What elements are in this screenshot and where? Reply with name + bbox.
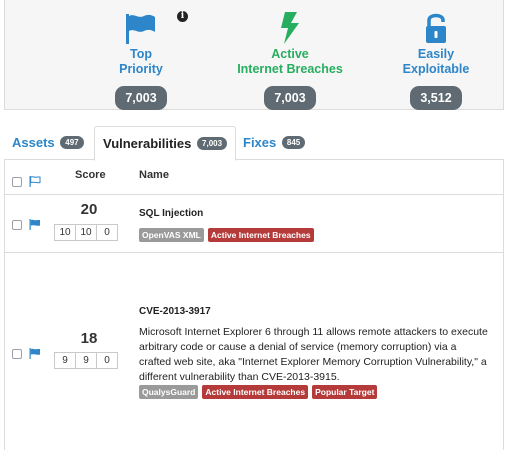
priority-flag-icon[interactable] (29, 176, 41, 187)
tab-label: Assets (12, 135, 55, 150)
stat-easily-exploitable[interactable]: Easily Exploitable 3,512 (371, 8, 501, 110)
tab-label: Fixes (243, 135, 277, 150)
score-part: 9 (75, 352, 97, 369)
stat-label-line1: Active (271, 47, 309, 61)
score-value: 18 (80, 330, 98, 347)
tag-list: OpenVAS XML Active Internet Breaches (139, 228, 314, 242)
score-part: 9 (54, 352, 76, 369)
stat-count-badge: 7,003 (115, 86, 167, 110)
tab-bar: Assets 497 Vulnerabilities 7,003 Fixes 8… (4, 126, 504, 161)
info-icon[interactable]: i (177, 11, 188, 22)
vulnerabilities-table: Score Name 20 10 10 0 SQL Injection Open… (4, 160, 504, 450)
stat-label-line1: Easily (417, 47, 455, 61)
threat-tag: Active Internet Breaches (202, 385, 309, 399)
threat-tag: Active Internet Breaches (207, 228, 314, 242)
table-header: Score Name (5, 160, 503, 195)
stat-label-line2: Internet Breaches (237, 62, 343, 76)
select-all-checkbox[interactable] (12, 177, 22, 187)
tab-fixes[interactable]: Fixes 845 (235, 126, 313, 160)
tag-list: QualysGuard Active Internet Breaches Pop… (139, 385, 378, 399)
vulnerability-name[interactable]: SQL Injection (139, 208, 203, 219)
summary-panel: Top Priority 7,003 i Active Internet Bre… (4, 0, 504, 110)
vulnerability-description: Microsoft Internet Explorer 6 through 11… (139, 326, 488, 383)
score-part: 10 (54, 224, 76, 241)
stat-count-badge: 3,512 (410, 86, 462, 110)
stat-label-line2: Priority (119, 62, 163, 76)
source-tag: QualysGuard (139, 385, 199, 399)
tab-count-badge: 845 (281, 136, 306, 149)
score-column-header[interactable]: Score (75, 169, 106, 181)
stat-active-internet-breaches[interactable]: Active Internet Breaches 7,003 (225, 8, 355, 110)
score-part: 0 (96, 224, 118, 241)
tab-assets[interactable]: Assets 497 (4, 126, 92, 160)
flag-icon[interactable] (29, 219, 41, 230)
source-tag: OpenVAS XML (139, 228, 204, 242)
row-checkbox[interactable] (12, 349, 22, 359)
stat-label-line2: Exploitable (402, 62, 470, 76)
stat-label-line1: Top (130, 47, 152, 61)
score-breakdown: 9 9 0 (54, 352, 118, 369)
row-checkbox[interactable] (12, 220, 22, 230)
flag-icon[interactable] (29, 348, 41, 359)
stat-top-priority[interactable]: Top Priority 7,003 (76, 8, 206, 110)
tab-count-badge: 7,003 (197, 137, 228, 150)
tab-vulnerabilities[interactable]: Vulnerabilities 7,003 (94, 126, 237, 161)
name-column-header[interactable]: Name (139, 169, 169, 181)
lightning-icon (225, 8, 355, 44)
unlock-icon (371, 8, 501, 44)
score-value: 20 (80, 201, 98, 218)
table-row[interactable]: 18 9 9 0 CVE-2013-3917 Microsoft Interne… (5, 253, 503, 450)
vulnerability-name[interactable]: CVE-2013-3917 (139, 306, 211, 317)
score-part: 10 (75, 224, 97, 241)
tab-count-badge: 497 (60, 136, 84, 149)
threat-tag: Popular Target (312, 385, 378, 399)
tab-label: Vulnerabilities (103, 136, 192, 151)
score-breakdown: 10 10 0 (54, 224, 118, 241)
table-row[interactable]: 20 10 10 0 SQL Injection OpenVAS XML Act… (5, 195, 503, 253)
score-part: 0 (96, 352, 118, 369)
stat-count-badge: 7,003 (264, 86, 316, 110)
